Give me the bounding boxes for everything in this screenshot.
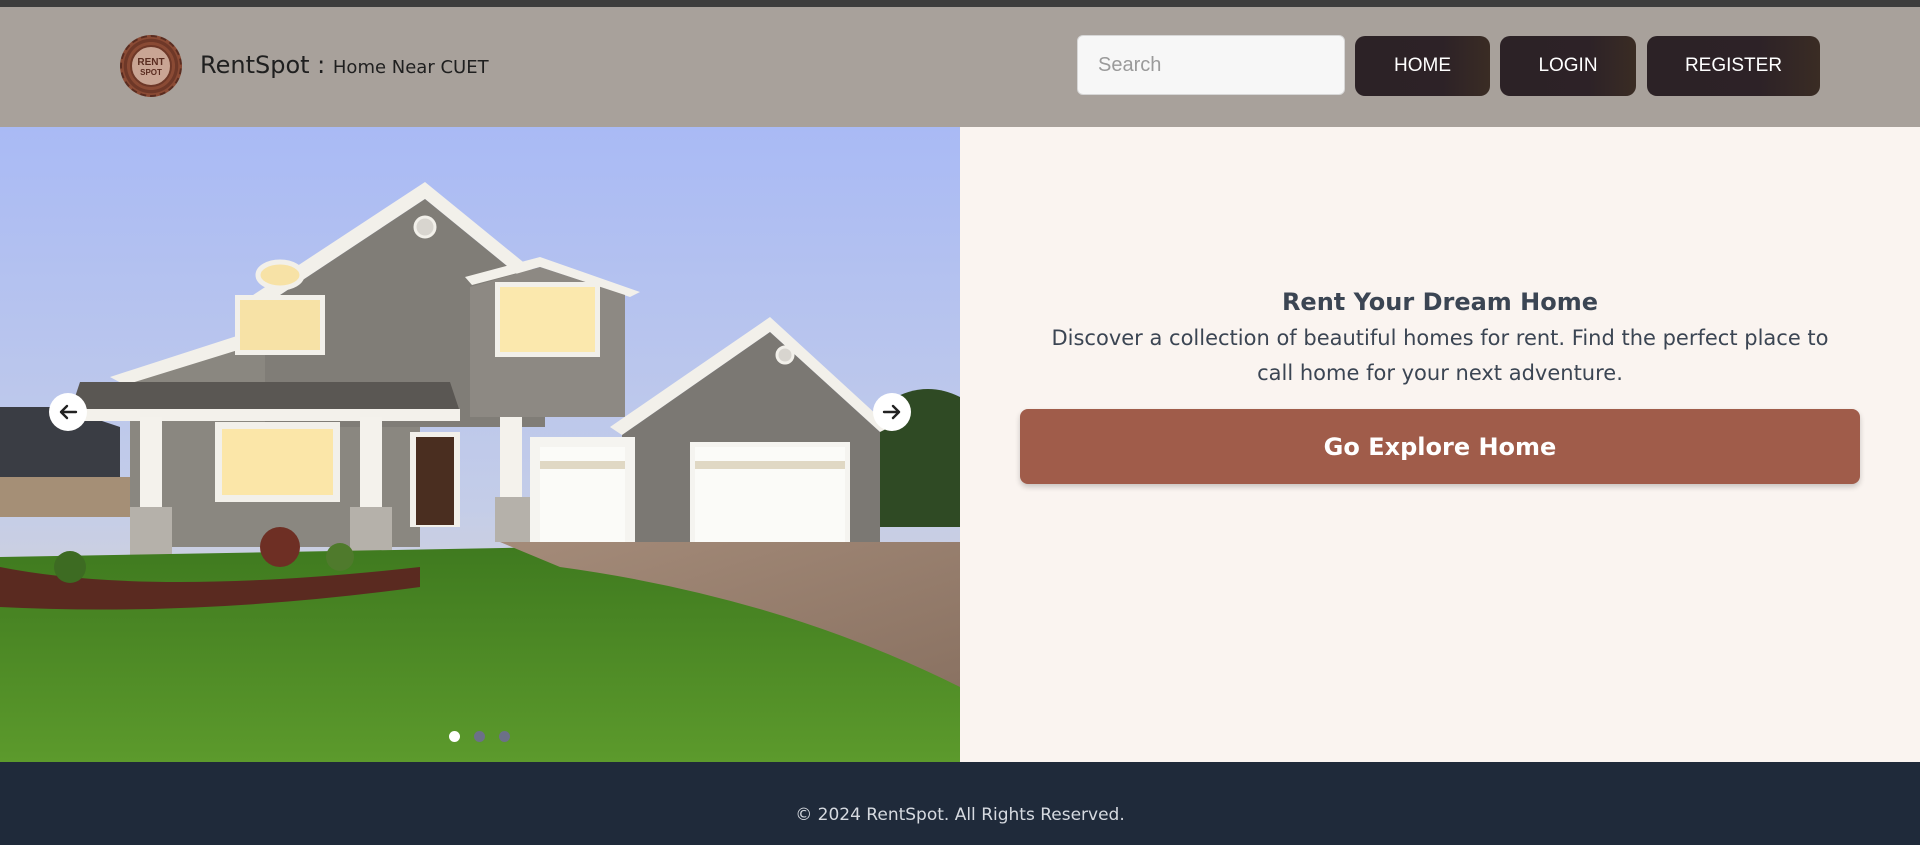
login-button[interactable]: LOGIN	[1500, 36, 1636, 96]
search-input[interactable]	[1077, 35, 1345, 95]
hero-title: Rent Your Dream Home	[1281, 288, 1599, 316]
carousel-prev-button[interactable]	[49, 393, 87, 431]
arrow-right-icon	[882, 404, 901, 420]
brand-name: RentSpot :	[200, 51, 333, 79]
arrow-left-icon	[59, 404, 78, 420]
register-button[interactable]: REGISTER	[1647, 36, 1820, 96]
hero-panel: Rent Your Dream Home Discover a collecti…	[960, 127, 1920, 762]
house-carousel	[0, 127, 960, 762]
house-photo	[0, 127, 960, 762]
navbar: RENT SPOT RentSpot : Home Near CUET HOME…	[0, 7, 1920, 127]
logo-badge: RENT SPOT	[130, 45, 172, 87]
top-border	[0, 0, 1920, 7]
brand-tagline: Home Near CUET	[332, 57, 489, 78]
logo-text-top: RENT	[137, 57, 165, 68]
footer: © 2024 RentSpot. All Rights Reserved.	[0, 762, 1920, 845]
carousel-dot-1[interactable]	[449, 731, 460, 742]
logo-text-bottom: SPOT	[140, 68, 162, 77]
carousel-next-button[interactable]	[873, 393, 911, 431]
rentspot-logo[interactable]: RENT SPOT	[120, 35, 182, 97]
explore-home-button[interactable]: Go Explore Home	[1020, 409, 1860, 484]
home-button[interactable]: HOME	[1355, 36, 1490, 96]
copyright-text: © 2024 RentSpot. All Rights Reserved.	[795, 805, 1125, 825]
carousel-dot-3[interactable]	[499, 731, 510, 742]
brand-title: RentSpot : Home Near CUET	[200, 51, 489, 79]
carousel-dot-2[interactable]	[474, 731, 485, 742]
hero-description: Discover a collection of beautiful homes…	[1051, 326, 1829, 385]
